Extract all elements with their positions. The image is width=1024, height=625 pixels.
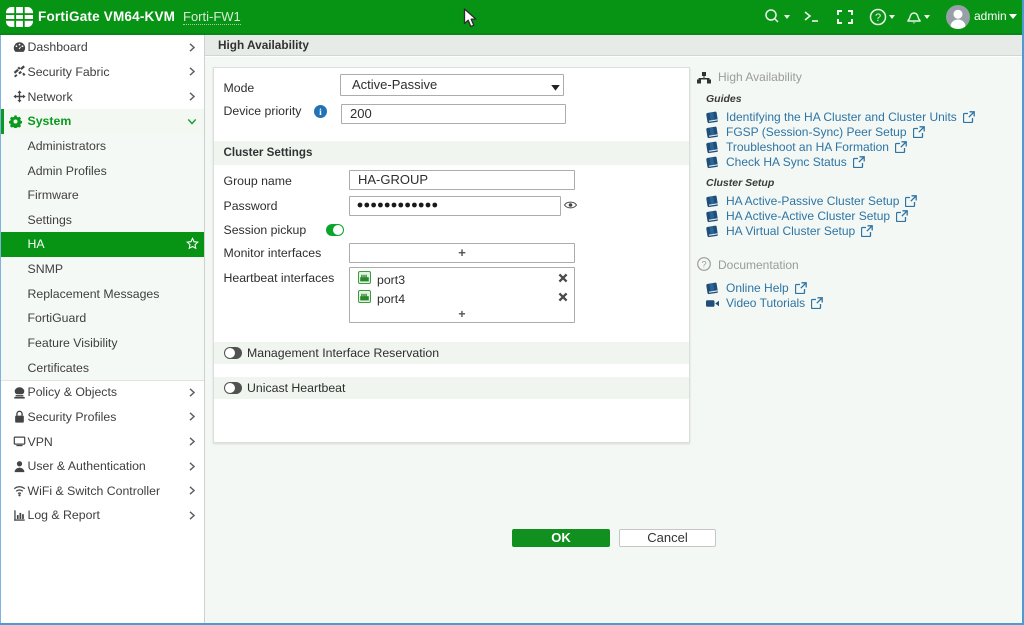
- svg-text:?: ?: [701, 259, 706, 270]
- svg-text:?: ?: [875, 12, 881, 24]
- svg-text:i: i: [319, 108, 322, 118]
